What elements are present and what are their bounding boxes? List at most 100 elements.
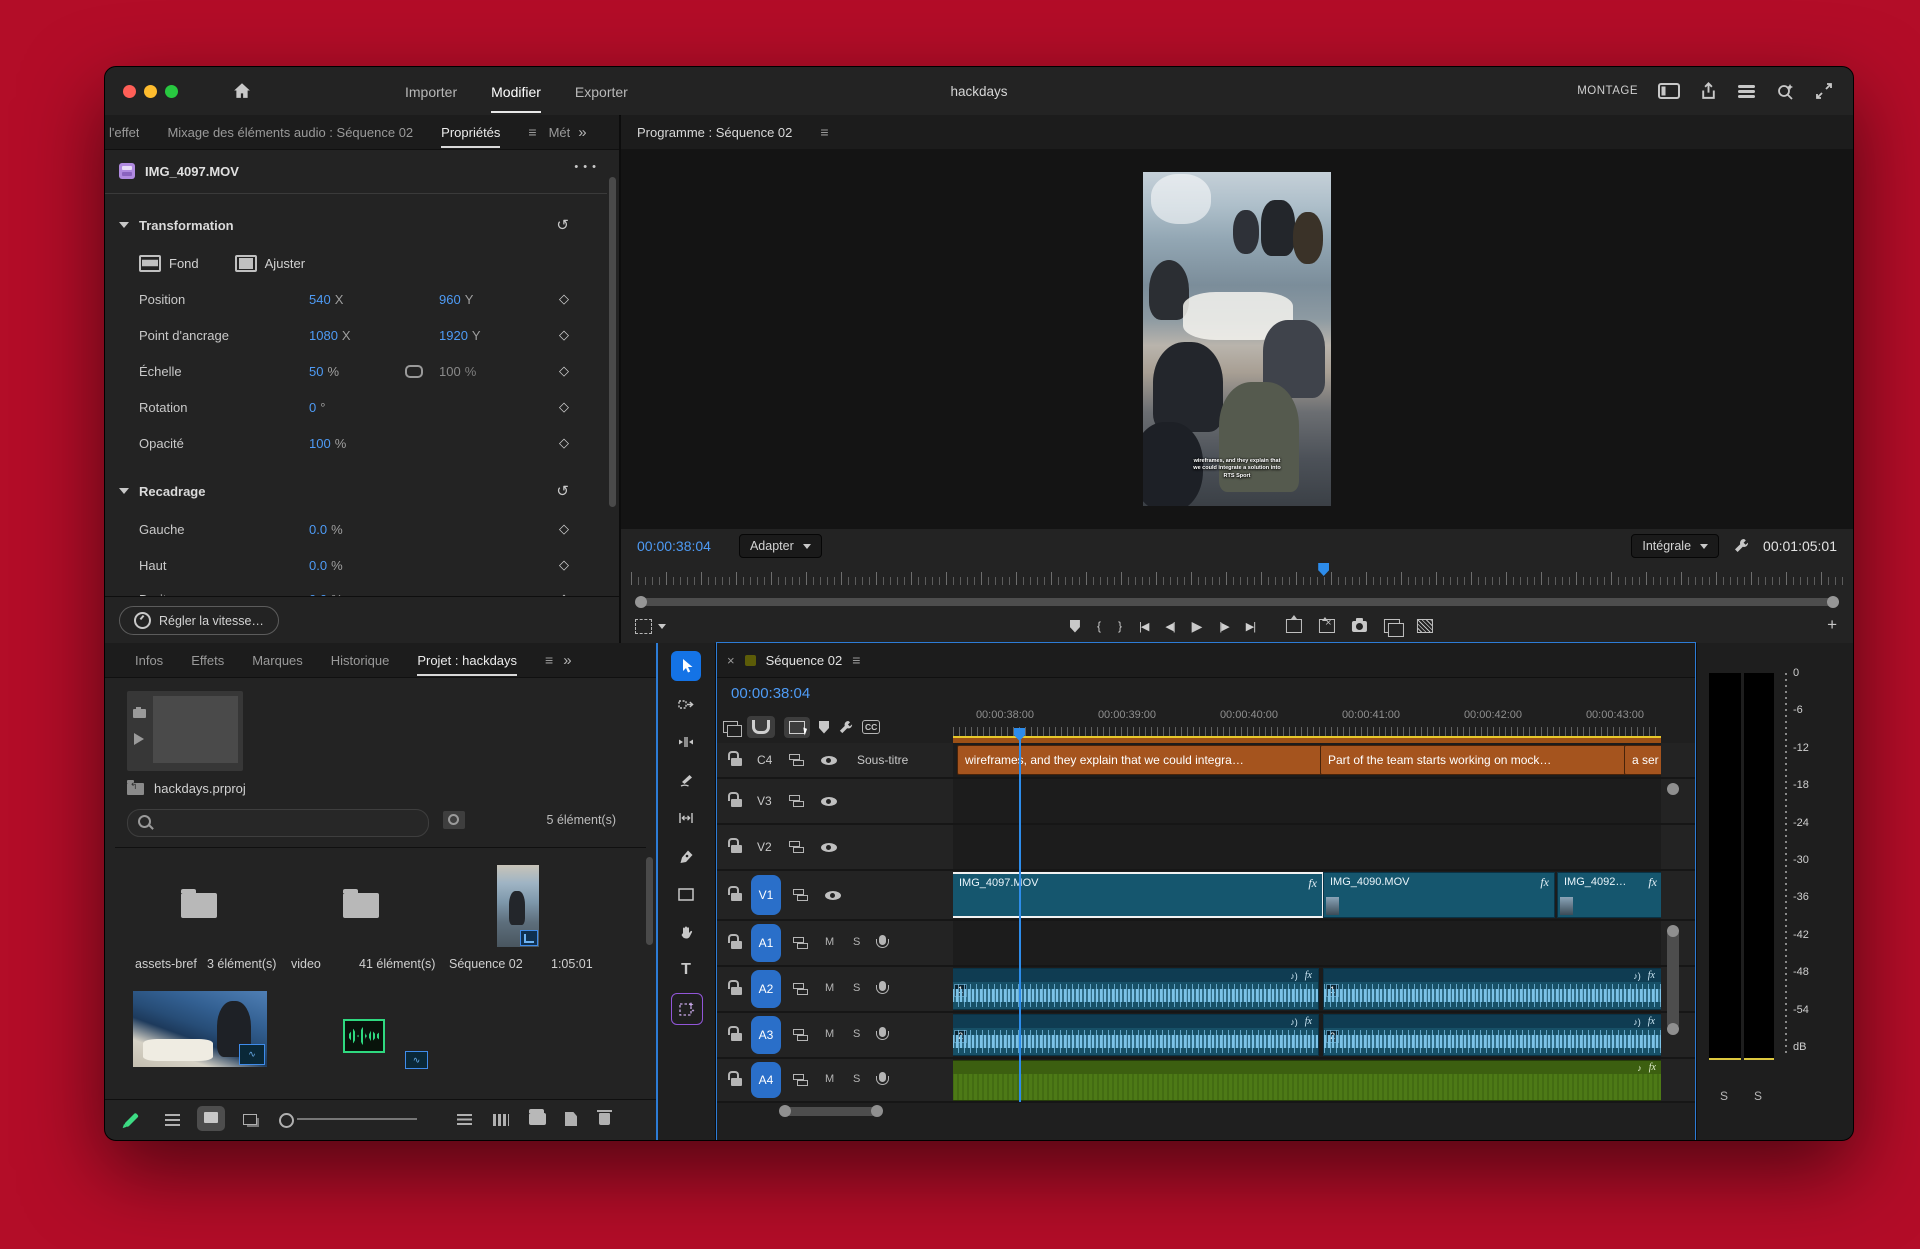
solo-button[interactable]: S [853,1028,860,1040]
export-frame-button[interactable] [1352,621,1367,632]
video-lane[interactable] [953,779,1661,823]
step-back-button[interactable]: ◀| [1165,620,1174,633]
source-target-icon[interactable] [789,795,805,807]
sequence-thumbnail[interactable] [497,865,539,947]
voiceover-mic-icon[interactable] [879,981,886,991]
fullscreen-icon[interactable] [1815,82,1833,100]
video-lane[interactable] [953,825,1661,869]
video-clip[interactable]: IMG_4092…fx [1557,872,1661,918]
rectangle-tool[interactable] [671,879,701,909]
audio-clip-thumbnail[interactable] [343,1019,385,1053]
v-scroll-handle[interactable] [1667,783,1679,795]
voiceover-mic-icon[interactable] [879,935,886,945]
solo-button[interactable]: S [853,1073,860,1085]
zoom-slider-track[interactable] [297,1118,417,1120]
folder-icon[interactable] [343,893,379,918]
track-target-badge[interactable]: A3 [751,1016,781,1054]
keyframe-toggle-icon[interactable]: ◇ [559,399,569,415]
solo-button[interactable]: S [853,936,860,948]
add-marker-button[interactable] [819,721,829,734]
maximize-window-button[interactable] [165,85,178,98]
track-visibility-eye-icon[interactable] [821,797,837,806]
tab-modifier[interactable]: Modifier [491,70,541,113]
clip-options-icon[interactable]: • • • [574,161,597,173]
set-speed-button[interactable]: Régler la vitesse… [119,606,279,635]
source-target-icon[interactable] [789,841,805,853]
ai-search-icon[interactable] [1776,82,1795,101]
audio-clip[interactable]: ♪)fx 1 [953,968,1319,1010]
add-button[interactable]: + [1827,615,1837,635]
program-video-area[interactable]: wireframes, and they explain that we cou… [621,149,1853,529]
track-visibility-eye-icon[interactable] [821,843,837,852]
timeline-playhead[interactable] [1014,728,1025,741]
audio-clip[interactable]: ♪)fx 1 [1323,968,1661,1010]
v-scroll-handle[interactable] [1667,1023,1679,1035]
tab-overflow-icon[interactable]: » [578,124,586,141]
reset-crop-icon[interactable]: ↺ [556,482,569,500]
timeline-current-timecode[interactable]: 00:00:38:04 [731,685,810,702]
audio-lane[interactable] [953,921,1661,965]
search-in-bin-icon[interactable] [443,811,465,829]
add-marker-button[interactable] [1070,620,1080,633]
track-target-badge[interactable]: A1 [751,924,781,962]
link-scale-icon[interactable] [405,365,423,378]
anchor-y-value[interactable]: 1920Y [439,328,481,343]
lock-icon[interactable] [731,893,742,901]
clip-thumbnail[interactable]: ∿ [133,991,267,1067]
extract-button[interactable] [1319,619,1335,633]
go-to-out-button[interactable]: ▶| [1246,620,1255,633]
solo-right-button[interactable]: S [1754,1089,1762,1103]
timeline-settings-wrench-icon[interactable] [838,720,853,735]
pen-tool[interactable] [671,841,701,871]
crop-left-value[interactable]: 0.0% [309,522,405,537]
recadrage-section-header[interactable]: Recadrage ↺ [105,473,619,509]
sequence-tab-label[interactable]: Séquence 02 [766,653,843,668]
tab-importer[interactable]: Importer [405,70,457,113]
lift-button[interactable] [1286,619,1302,633]
keyframe-toggle-icon[interactable]: ◇ [559,557,569,573]
program-playhead[interactable] [1318,563,1329,576]
source-target-icon[interactable] [793,983,809,995]
mute-button[interactable]: M [825,1073,834,1085]
voiceover-mic-icon[interactable] [879,1072,886,1082]
keyframe-toggle-icon[interactable]: ◇ [559,363,569,379]
object-selection-tool[interactable] [671,993,703,1025]
track-visibility-eye-icon[interactable] [825,891,841,900]
keyframe-toggle-icon[interactable]: ◇ [559,327,569,343]
project-scrollbar[interactable] [646,857,653,945]
audio-meters-panel[interactable]: 0-6-12 -18-24-30 -36-42-48 -54dB S S [1697,643,1853,1140]
mute-button[interactable]: M [825,936,834,948]
writable-pencil-icon[interactable] [129,1112,134,1128]
music-clip[interactable]: ♪fx [953,1060,1661,1101]
zoom-level-select[interactable]: Adapter [739,534,822,558]
panel-menu-icon[interactable]: ≡ [820,124,828,140]
play-icon[interactable] [134,733,144,745]
program-time-ruler[interactable] [631,563,1843,589]
mark-in-button[interactable]: { [1097,619,1101,633]
track-target-badge[interactable]: A4 [751,1062,781,1098]
tab-effect-controls[interactable]: l'effet [109,116,139,148]
subtitle-clip[interactable]: Part of the team starts working on mock… [1320,745,1632,775]
project-file-name[interactable]: hackdays.prproj [154,781,246,796]
safe-margins-button[interactable] [635,619,666,634]
program-scrollbar[interactable] [635,596,1839,608]
track-target-badge[interactable]: V1 [751,875,781,915]
razor-tool[interactable] [671,765,701,795]
rotation-value[interactable]: 0° [309,400,405,415]
bin-name[interactable]: assets-bref [135,957,197,971]
lock-icon[interactable] [731,987,742,995]
video-lane[interactable]: IMG_4097.MOVfx IMG_4090.MOVfx IMG_4092…f… [953,871,1661,919]
timeline-h-scrollbar[interactable] [781,1107,881,1116]
tab-program[interactable]: Programme : Séquence 02 [637,116,792,148]
tab-overflow-icon[interactable]: » [563,652,571,669]
panel-menu-icon[interactable]: ≡ [852,652,860,668]
automate-to-sequence-icon[interactable] [493,1114,509,1126]
lock-icon[interactable] [731,1078,742,1086]
keyframe-toggle-icon[interactable]: ◇ [559,291,569,307]
panel-menu-icon[interactable]: ≡ [545,652,553,668]
tab-projet[interactable]: Projet : hackdays [417,644,517,676]
keyframe-toggle-icon[interactable]: ◇ [559,521,569,537]
play-button[interactable]: ▶ [1192,618,1203,635]
tab-historique[interactable]: Historique [331,644,390,676]
tab-audio-mixer[interactable]: Mixage des éléments audio : Séquence 02 [167,116,413,148]
